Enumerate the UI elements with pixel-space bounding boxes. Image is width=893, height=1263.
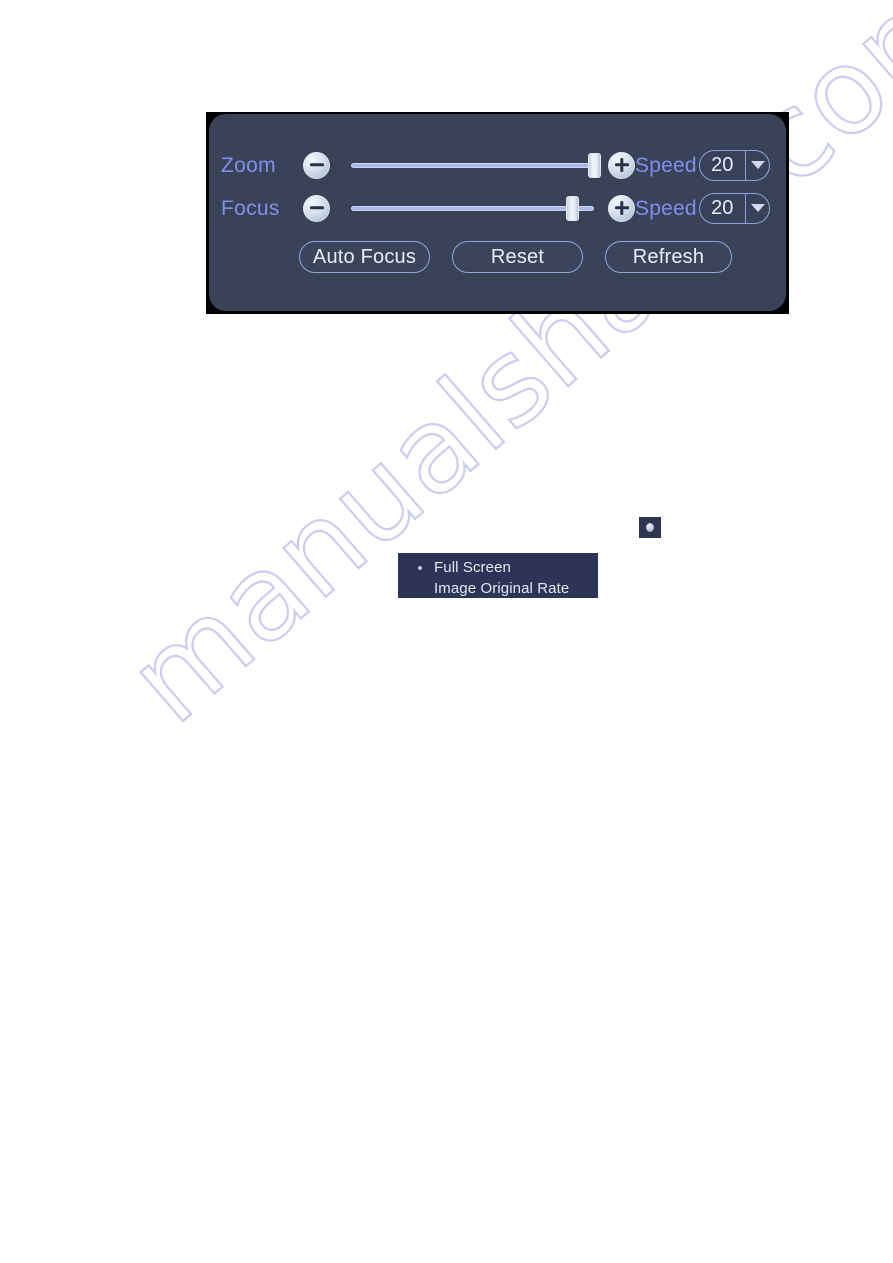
record-dot-glyph: [646, 523, 654, 532]
ptz-zoom-focus-panel: Zoom Speed 20 Focus Speed 20 Auto Focus …: [209, 114, 786, 311]
zoom-speed-value: 20: [711, 154, 734, 176]
menu-item-full-screen-label: Full Screen: [434, 559, 511, 576]
zoom-speed-dropdown-button[interactable]: [746, 161, 768, 169]
zoom-speed-select[interactable]: 20: [698, 149, 770, 181]
focus-label: Focus: [221, 196, 280, 220]
focus-speed-label: Speed: [635, 196, 697, 220]
chevron-down-icon: [750, 204, 765, 212]
zoom-slider-track[interactable]: [351, 162, 594, 168]
focus-increase-button[interactable]: [608, 194, 635, 222]
display-mode-menu: Full Screen Image Original Rate: [398, 553, 598, 598]
chevron-down-icon: [750, 161, 765, 169]
auto-focus-button[interactable]: Auto Focus: [299, 241, 430, 273]
zoom-slider-thumb[interactable]: [587, 152, 601, 178]
panel-actions-row: Auto Focus Reset Refresh: [209, 241, 786, 273]
focus-control-row: Focus Speed 20: [209, 187, 786, 229]
menu-item-full-screen[interactable]: Full Screen: [398, 557, 598, 578]
menu-item-image-original-rate[interactable]: Image Original Rate: [398, 578, 598, 599]
menu-item-image-original-rate-label: Image Original Rate: [434, 580, 570, 597]
focus-decrease-button[interactable]: [303, 194, 330, 222]
refresh-button[interactable]: Refresh: [605, 241, 732, 273]
zoom-slider[interactable]: [351, 152, 601, 179]
zoom-label: Zoom: [221, 153, 276, 177]
focus-speed-dropdown-button[interactable]: [746, 204, 768, 212]
selected-bullet-icon: [418, 565, 422, 570]
zoom-decrease-button[interactable]: [303, 151, 330, 179]
zoom-control-row: Zoom Speed 20: [209, 144, 786, 186]
focus-slider-thumb[interactable]: [565, 195, 579, 221]
focus-speed-value: 20: [711, 197, 734, 219]
record-dot-icon[interactable]: [639, 517, 661, 538]
zoom-speed-label: Speed: [635, 153, 697, 177]
focus-slider[interactable]: [351, 195, 594, 222]
reset-button[interactable]: Reset: [452, 241, 583, 273]
focus-speed-select[interactable]: 20: [698, 192, 770, 224]
focus-slider-track[interactable]: [351, 205, 594, 211]
zoom-increase-button[interactable]: [608, 151, 635, 179]
